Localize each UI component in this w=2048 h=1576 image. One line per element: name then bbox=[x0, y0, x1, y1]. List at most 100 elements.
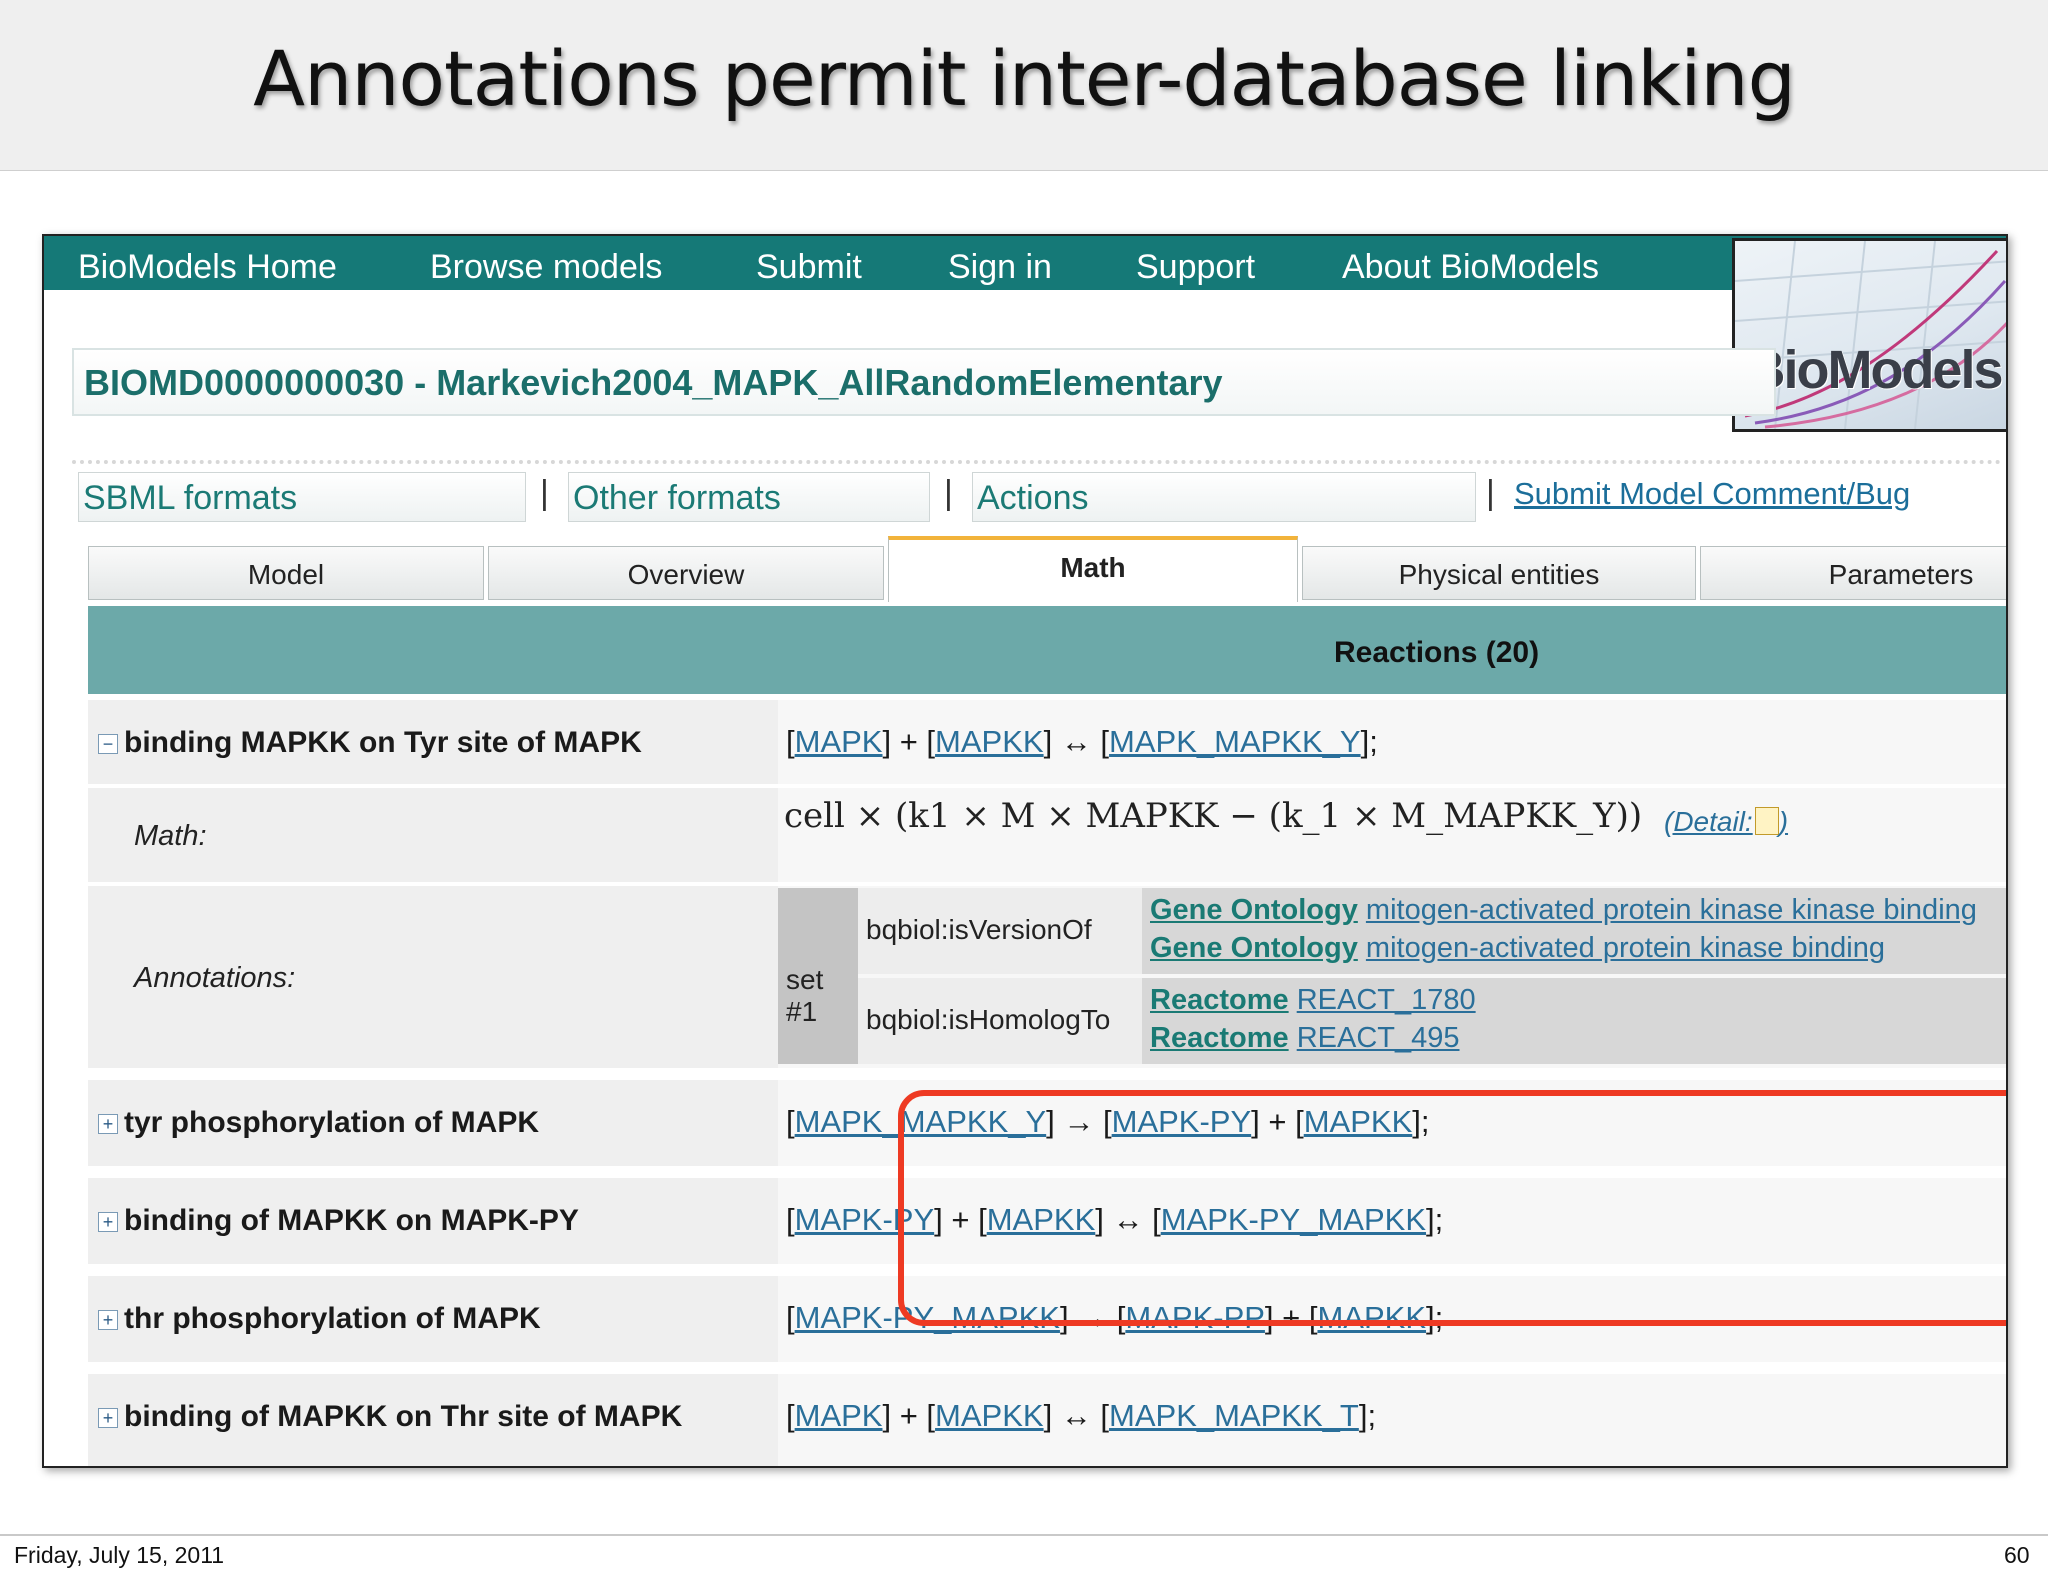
actions-menu[interactable]: Actions bbox=[972, 472, 1476, 522]
equation-text: ]; bbox=[1360, 724, 1378, 759]
species-link[interactable]: MAPK bbox=[795, 724, 883, 759]
toolbar-separator: | bbox=[540, 474, 549, 512]
qualifier-label: bqbiol:isHomologTo bbox=[866, 1004, 1111, 1035]
annotation-resource: Gene Ontology mitogen-activated protein … bbox=[1150, 894, 1977, 927]
equation-text: ] + [ bbox=[882, 724, 936, 759]
equation-text: [ bbox=[786, 1398, 795, 1433]
divider bbox=[72, 460, 2002, 464]
term-link[interactable]: REACT_495 bbox=[1297, 1022, 1460, 1054]
term-link[interactable]: REACT_1780 bbox=[1297, 984, 1476, 1016]
expand-icon[interactable]: + bbox=[98, 1212, 118, 1232]
math-formula: cell × (k1 × M × MAPKK − (k_1 × M_MAPKK_… bbox=[784, 796, 1643, 836]
sbml-formats-label: SBML formats bbox=[83, 479, 298, 517]
qualifier-cell: bqbiol:isHomologTo bbox=[858, 978, 1142, 1064]
tab-model[interactable]: Model bbox=[88, 546, 484, 600]
reaction-row: + thr phosphorylation of MAPK bbox=[88, 1276, 778, 1362]
annotations-label: Annotations: bbox=[134, 962, 296, 994]
equation-text: ]; bbox=[1358, 1398, 1377, 1433]
tab-math[interactable]: Math bbox=[888, 536, 1298, 602]
qualifier-label: bqbiol:isVersionOf bbox=[866, 914, 1092, 945]
annotation-highlight bbox=[898, 1090, 2006, 1326]
nav-browse-models[interactable]: Browse models bbox=[430, 248, 662, 287]
model-title-box: BIOMD0000000030 - Markevich2004_MAPK_All… bbox=[72, 348, 1776, 416]
submit-comment-link[interactable]: Submit Model Comment/Bug bbox=[1514, 476, 1910, 512]
other-formats-menu[interactable]: Other formats bbox=[568, 472, 930, 522]
expand-icon[interactable]: + bbox=[98, 1408, 118, 1428]
footer-date: Friday, July 15, 2011 bbox=[14, 1542, 225, 1568]
toolbar-separator: | bbox=[1486, 474, 1495, 512]
actions-label: Actions bbox=[977, 479, 1089, 517]
reaction-row: + tyr phosphorylation of MAPK bbox=[88, 1080, 778, 1166]
reaction-equation-cell: [MAPK] + [MAPKK] ↔ [MAPK_MAPKK_Y]; bbox=[778, 700, 2006, 784]
detail-link[interactable]: (Detail:) bbox=[1664, 806, 1788, 838]
equation-text: [ bbox=[786, 1104, 795, 1139]
math-row: Math: bbox=[88, 788, 778, 882]
expand-icon[interactable]: + bbox=[98, 1114, 118, 1134]
annotation-resource: Reactome REACT_1780 bbox=[1150, 984, 1476, 1017]
resources-cell: Reactome REACT_1780 Reactome REACT_495 bbox=[1142, 978, 2006, 1064]
annotation-resource: Gene Ontology mitogen-activated protein … bbox=[1150, 932, 1885, 965]
footer-divider bbox=[0, 1534, 2048, 1536]
reaction-equation-cell: [MAPK] + [MAPKK] ↔ [MAPK_MAPKK_T]; bbox=[778, 1374, 2006, 1466]
equation-text: [ bbox=[786, 1202, 795, 1237]
equation-text: ] + [ bbox=[882, 1398, 936, 1433]
species-link[interactable]: MAPK_MAPKK_T bbox=[1109, 1398, 1359, 1433]
term-link[interactable]: mitogen-activated protein kinase binding bbox=[1366, 932, 1885, 964]
tab-parameters[interactable]: Parameters bbox=[1700, 546, 2006, 600]
sbml-formats-menu[interactable]: SBML formats bbox=[78, 472, 526, 522]
logo-text: BioModels bbox=[1746, 340, 2003, 400]
tab-label: Parameters bbox=[1828, 559, 1974, 590]
reaction-name: binding of MAPKK on Thr site of MAPK bbox=[124, 1400, 683, 1433]
document-icon bbox=[1754, 807, 1779, 835]
reaction-equation: [MAPK] + [MAPKK] ↔ [MAPK_MAPKK_Y]; bbox=[786, 724, 1378, 760]
other-formats-label: Other formats bbox=[573, 479, 781, 517]
top-nav-bar: BioModels Home Browse models Submit Sign… bbox=[44, 236, 2006, 290]
annotation-set: set #1 bbox=[778, 888, 858, 1064]
annotation-set-label: set #1 bbox=[786, 964, 824, 1027]
species-link[interactable]: MAPK_MAPKK_Y bbox=[1109, 724, 1361, 759]
model-title: BIOMD0000000030 - Markevich2004_MAPK_All… bbox=[84, 362, 1223, 403]
nav-submit[interactable]: Submit bbox=[756, 248, 862, 287]
qualifier-cell: bqbiol:isVersionOf bbox=[858, 888, 1142, 974]
reaction-name: binding of MAPKK on MAPK-PY bbox=[124, 1204, 579, 1237]
tab-label: Math bbox=[1060, 552, 1126, 583]
nav-about-biomodels[interactable]: About BioModels bbox=[1342, 248, 1599, 287]
math-label: Math: bbox=[134, 820, 207, 852]
equation-text: ] ↔ [ bbox=[1043, 724, 1110, 759]
database-link[interactable]: Gene Ontology bbox=[1150, 932, 1358, 964]
toolbar-separator: | bbox=[944, 474, 953, 512]
tab-physical-entities[interactable]: Physical entities bbox=[1302, 546, 1696, 600]
tab-label: Overview bbox=[627, 559, 745, 590]
detail-label: (Detail: bbox=[1664, 806, 1753, 837]
reactions-count: Reactions (20) bbox=[1334, 636, 1540, 669]
tab-overview[interactable]: Overview bbox=[488, 546, 884, 600]
database-link[interactable]: Reactome bbox=[1150, 1022, 1289, 1054]
database-link[interactable]: Gene Ontology bbox=[1150, 894, 1358, 926]
reaction-name: binding MAPKK on Tyr site of MAPK bbox=[124, 726, 642, 759]
reaction-row: + binding of MAPKK on MAPK-PY bbox=[88, 1178, 778, 1264]
annotation-resource: Reactome REACT_495 bbox=[1150, 1022, 1460, 1055]
reaction-row: − binding MAPKK on Tyr site of MAPK bbox=[88, 700, 778, 784]
slide-title: Annotations permit inter-database linkin… bbox=[253, 34, 1796, 123]
expand-icon[interactable]: + bbox=[98, 1310, 118, 1330]
term-link[interactable]: mitogen-activated protein kinase kinase … bbox=[1366, 894, 1977, 926]
nav-support[interactable]: Support bbox=[1136, 248, 1255, 287]
nav-sign-in[interactable]: Sign in bbox=[948, 248, 1052, 287]
equation-text: [ bbox=[786, 724, 795, 759]
annotations-row: Annotations: bbox=[88, 886, 778, 1068]
reactions-header: Reactions (20) bbox=[88, 606, 2006, 694]
slide-header: Annotations permit inter-database linkin… bbox=[0, 0, 2048, 171]
resources-cell: Gene Ontology mitogen-activated protein … bbox=[1142, 888, 2006, 974]
page-number: 60 bbox=[2004, 1542, 2030, 1568]
math-cell: cell × (k1 × M × MAPKK − (k_1 × M_MAPKK_… bbox=[778, 788, 2006, 882]
reaction-name: tyr phosphorylation of MAPK bbox=[124, 1106, 539, 1139]
database-link[interactable]: Reactome bbox=[1150, 984, 1289, 1016]
collapse-icon[interactable]: − bbox=[98, 734, 118, 754]
species-link[interactable]: MAPKK bbox=[935, 1398, 1044, 1433]
tab-label: Physical entities bbox=[1398, 559, 1600, 590]
equation-text: [ bbox=[786, 1300, 795, 1335]
species-link[interactable]: MAPK bbox=[795, 1398, 883, 1433]
equation-text: ] ↔ [ bbox=[1043, 1398, 1110, 1433]
species-link[interactable]: MAPKK bbox=[935, 724, 1044, 759]
nav-biomodels-home[interactable]: BioModels Home bbox=[78, 248, 337, 287]
